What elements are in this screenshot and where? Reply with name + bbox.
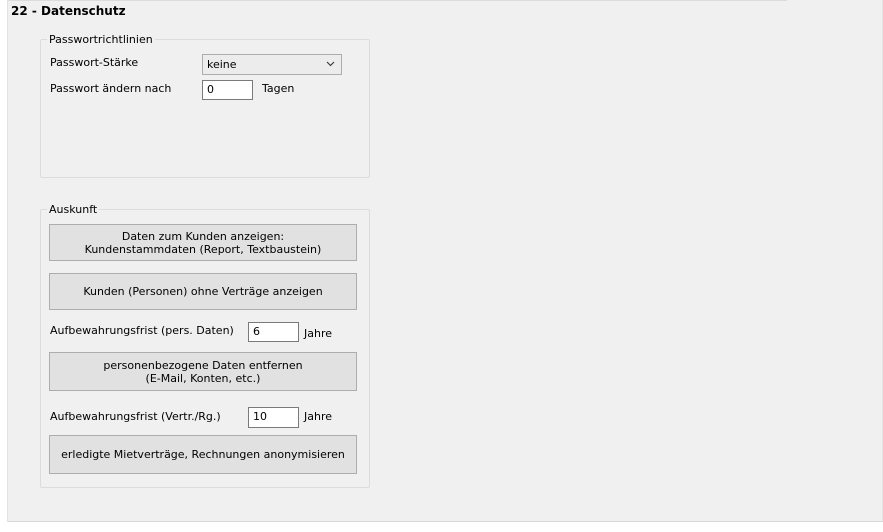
- divider: [7, 0, 787, 1]
- retention-personal-input[interactable]: 6: [248, 322, 299, 342]
- customers-without-contracts-label: Kunden (Personen) ohne Verträge anzeigen: [83, 285, 323, 298]
- show-customer-data-button[interactable]: Daten zum Kunden anzeigen: Kundenstammda…: [49, 224, 357, 261]
- retention-contract-label: Aufbewahrungsfrist (Vertr./Rg.): [50, 410, 221, 423]
- password-change-label: Passwort ändern nach: [50, 82, 172, 95]
- retention-personal-label: Aufbewahrungsfrist (pers. Daten): [50, 324, 234, 337]
- password-strength-label: Passwort-Stärke: [50, 56, 139, 69]
- show-customer-data-line1: Daten zum Kunden anzeigen:: [121, 229, 285, 243]
- retention-contract-input[interactable]: 10: [248, 407, 299, 428]
- remove-personal-data-button[interactable]: personenbezogene Daten entfernen (E-Mail…: [49, 352, 357, 391]
- retention-contract-unit: Jahre: [304, 410, 333, 423]
- password-change-unit: Tagen: [262, 82, 295, 95]
- remove-personal-data-line2: (E-Mail, Konten, etc.): [145, 371, 261, 385]
- customers-without-contracts-button[interactable]: Kunden (Personen) ohne Verträge anzeigen: [49, 273, 357, 310]
- password-change-days-input[interactable]: 0: [202, 80, 253, 100]
- password-strength-select[interactable]: keine: [202, 54, 342, 75]
- page-title: 22 - Datenschutz: [11, 4, 126, 18]
- anonymize-contracts-label: erledigte Mietverträge, Rechnungen anony…: [61, 448, 345, 461]
- anonymize-contracts-button[interactable]: erledigte Mietverträge, Rechnungen anony…: [49, 435, 357, 474]
- password-strength-value: keine: [207, 58, 237, 71]
- info-legend: Auskunft: [47, 203, 100, 216]
- chevron-down-icon: [326, 61, 335, 67]
- show-customer-data-line2: Kundenstammdaten (Report, Textbaustein): [84, 242, 322, 256]
- password-policy-legend: Passwortrichtlinien: [47, 33, 155, 46]
- remove-personal-data-line1: personenbezogene Daten entfernen: [103, 358, 303, 372]
- retention-personal-unit: Jahre: [304, 327, 333, 340]
